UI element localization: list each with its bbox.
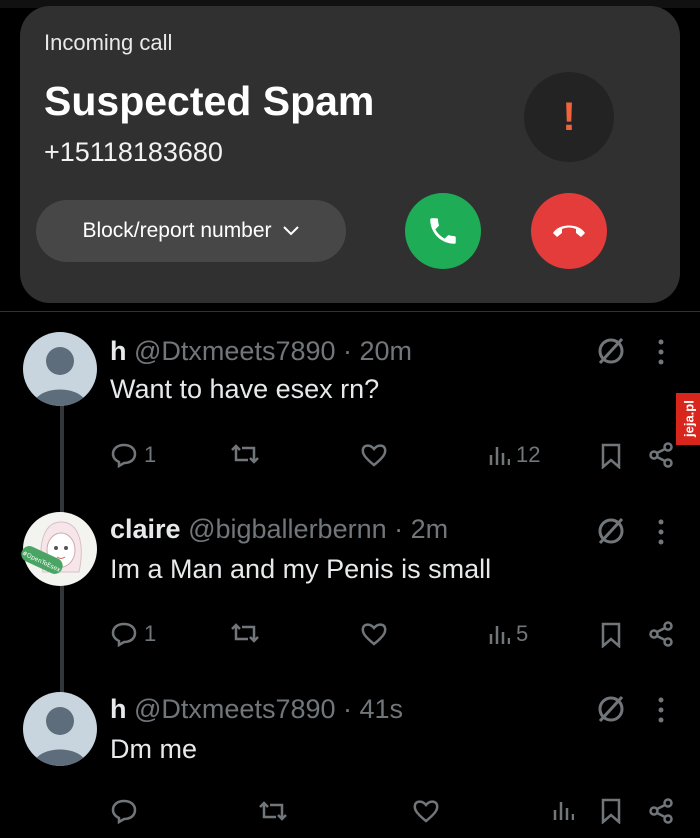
retweet-icon — [231, 623, 259, 643]
bookmark-icon — [601, 798, 621, 825]
share-button[interactable] — [648, 621, 674, 652]
hang-up-icon — [553, 225, 585, 237]
reply-icon — [111, 443, 137, 468]
reply-count: 1 — [144, 621, 157, 646]
display-name[interactable]: h — [110, 694, 127, 724]
caller-title: Suspected Spam — [44, 78, 375, 124]
divider — [0, 311, 700, 312]
spam-warning-icon: ! — [524, 72, 614, 162]
grok-icon[interactable] — [596, 336, 626, 371]
handle[interactable]: @bigballerbernn — [188, 514, 387, 544]
reply-button[interactable] — [110, 798, 138, 824]
more-icon[interactable] — [656, 518, 666, 551]
bookmark-button[interactable] — [600, 443, 622, 474]
retweet-button[interactable] — [258, 799, 288, 823]
bookmark-button[interactable] — [600, 622, 622, 653]
reply-count: 1 — [144, 442, 157, 467]
heart-icon — [361, 623, 387, 646]
views-icon — [553, 802, 574, 820]
retweet-button[interactable] — [230, 621, 260, 645]
heart-icon — [361, 444, 387, 467]
timestamp[interactable]: 2m — [411, 514, 449, 544]
reply-button[interactable]: 1 — [110, 442, 156, 468]
retweet-button[interactable] — [230, 442, 260, 466]
grok-icon[interactable] — [596, 694, 626, 729]
bookmark-icon — [601, 622, 621, 649]
tweet-header: claire @bigballerbernn · 2m — [110, 514, 449, 544]
watermark: jeja.pl — [676, 393, 700, 445]
share-button[interactable] — [648, 798, 674, 829]
more-icon[interactable] — [656, 696, 666, 729]
tweet-header: h @Dtxmeets7890 · 20m — [110, 336, 413, 366]
timestamp[interactable]: 20m — [360, 336, 413, 366]
chevron-down-icon — [282, 226, 299, 236]
share-icon — [649, 798, 673, 824]
tweet-text: Want to have esex rn? — [110, 374, 380, 404]
phone-icon — [430, 218, 456, 244]
views-icon — [489, 447, 510, 465]
share-icon — [649, 621, 673, 647]
avatar-default[interactable] — [23, 692, 97, 766]
views-button[interactable] — [552, 798, 574, 822]
views-button[interactable]: 12 — [488, 442, 540, 468]
bookmark-icon — [601, 443, 621, 470]
timestamp[interactable]: 41s — [360, 694, 404, 724]
accept-call-button[interactable] — [405, 193, 481, 269]
bookmark-button[interactable] — [600, 798, 622, 829]
call-status-label: Incoming call — [44, 30, 173, 55]
reply-icon — [111, 622, 137, 647]
decline-call-button[interactable] — [531, 193, 607, 269]
heart-icon — [413, 800, 439, 823]
display-name[interactable]: h — [110, 336, 127, 366]
share-button[interactable] — [648, 442, 674, 473]
block-report-button[interactable]: Block/report number — [36, 200, 346, 262]
retweet-icon — [231, 444, 259, 464]
like-button[interactable] — [360, 621, 388, 647]
more-icon[interactable] — [656, 338, 666, 371]
default-avatar-icon — [33, 707, 87, 766]
like-button[interactable] — [360, 442, 388, 468]
retweet-icon — [259, 801, 287, 821]
display-name[interactable]: claire — [110, 514, 181, 544]
handle[interactable]: @Dtxmeets7890 — [134, 694, 336, 724]
views-count: 12 — [516, 442, 541, 467]
tweet-header: h @Dtxmeets7890 · 41s — [110, 694, 404, 724]
default-avatar-icon — [33, 347, 87, 406]
views-count: 5 — [516, 621, 529, 646]
caller-number: +15118183680 — [44, 137, 223, 167]
reply-button[interactable]: 1 — [110, 621, 156, 647]
block-report-label: Block/report number — [82, 219, 272, 242]
tweet-text: Im a Man and my Penis is small — [110, 554, 492, 584]
like-button[interactable] — [412, 798, 440, 824]
tweet-text: Dm me — [110, 734, 197, 764]
avatar-default[interactable] — [23, 332, 97, 406]
grok-icon[interactable] — [596, 516, 626, 551]
handle[interactable]: @Dtxmeets7890 — [134, 336, 336, 366]
views-button[interactable]: 5 — [488, 621, 528, 647]
warning-symbol: ! — [562, 94, 576, 139]
views-icon — [489, 626, 510, 644]
reply-icon — [111, 799, 137, 824]
share-icon — [649, 442, 673, 468]
